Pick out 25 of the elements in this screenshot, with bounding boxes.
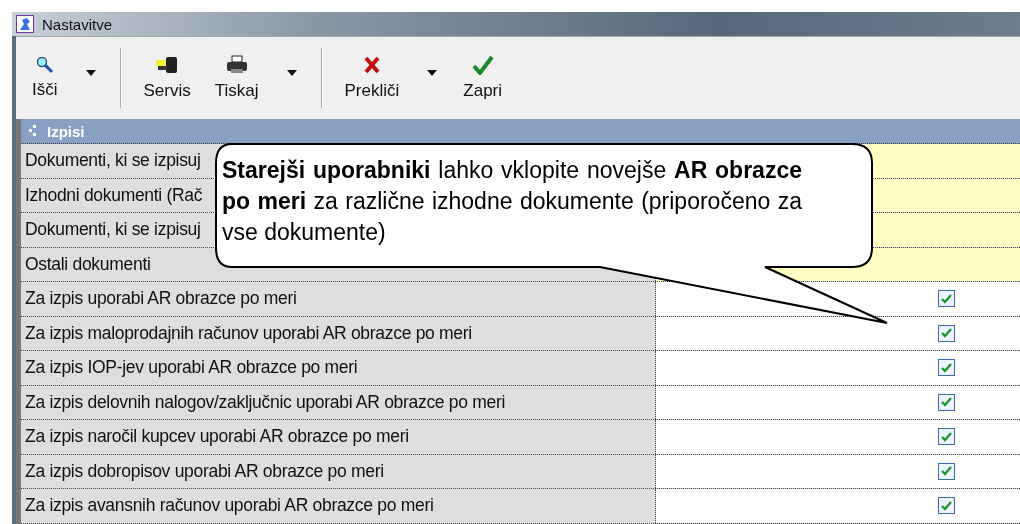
app-icon bbox=[16, 15, 34, 33]
printer-icon bbox=[225, 55, 248, 75]
section-title: Izpisi bbox=[47, 122, 85, 140]
close-icon bbox=[362, 55, 381, 75]
checkbox[interactable] bbox=[938, 428, 955, 446]
caret-icon bbox=[427, 69, 438, 76]
checkbox[interactable] bbox=[938, 497, 955, 515]
toolbar-button[interactable]: Servis bbox=[131, 51, 203, 105]
machine-icon bbox=[155, 55, 180, 75]
caret-icon bbox=[85, 69, 96, 76]
checkbox[interactable] bbox=[938, 324, 955, 342]
checkbox[interactable] bbox=[938, 359, 955, 377]
checkbox[interactable] bbox=[938, 462, 955, 480]
toolbar-button[interactable]: Tiskaj bbox=[202, 51, 271, 105]
window-title: Nastavitve bbox=[42, 15, 113, 33]
checkbox[interactable] bbox=[938, 290, 955, 308]
callout-text: Starejši uporabniki lahko vklopite novejše AR obrazce po meri za različne izhodne dokumente (priporočeno za vse dokumente) bbox=[222, 156, 802, 247]
checkbox[interactable] bbox=[938, 393, 955, 411]
checkmark-icon bbox=[471, 55, 494, 75]
toolbar-button[interactable]: Išči bbox=[20, 52, 70, 104]
toolbar-button[interactable]: Zapri bbox=[451, 51, 515, 105]
grip-icon bbox=[29, 125, 37, 137]
search-icon bbox=[35, 56, 54, 74]
toolbar-button[interactable]: Prekliči bbox=[332, 51, 412, 105]
caret-icon bbox=[286, 69, 297, 76]
